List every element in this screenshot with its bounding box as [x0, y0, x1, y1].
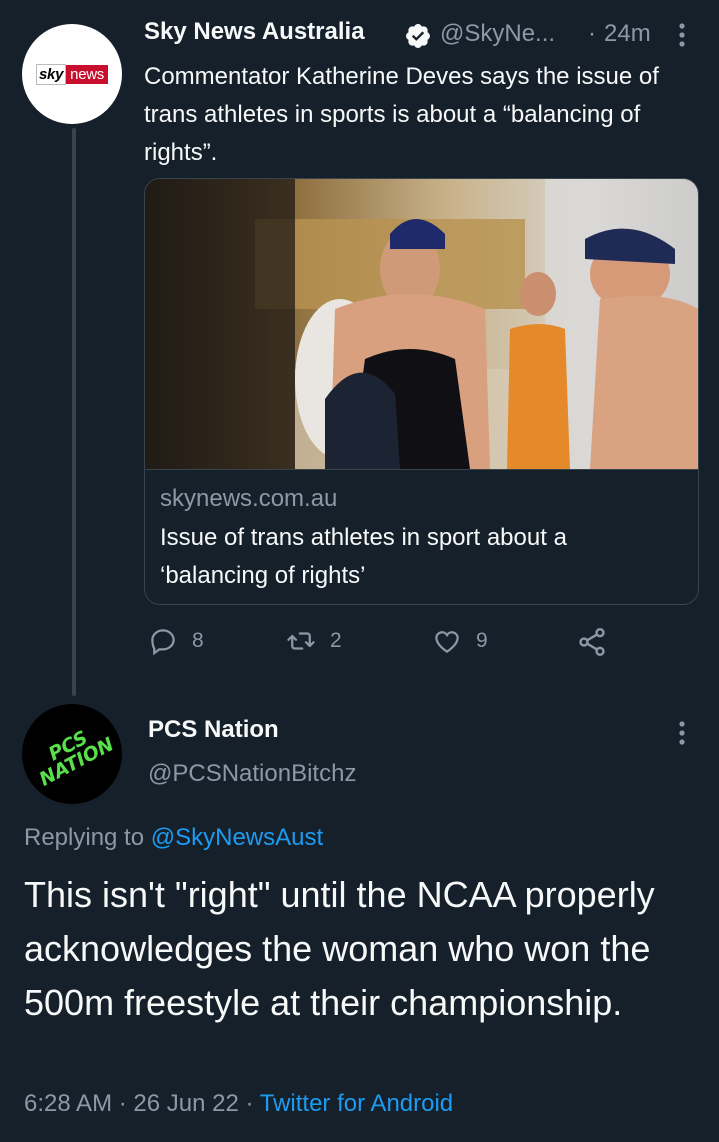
separator-dot: · [245, 1090, 254, 1117]
reply-button[interactable]: 8 [148, 626, 204, 656]
replying-to: Replying to @SkyNewsAust [24, 824, 323, 852]
verified-icon [406, 24, 430, 48]
author-handle[interactable]: @PCSNationBitchz [148, 760, 356, 788]
link-card-image [145, 179, 698, 469]
reply-icon [151, 629, 175, 656]
tweet-date[interactable]: 26 Jun 22 [133, 1090, 238, 1117]
link-card[interactable]: skynews.com.au Issue of trans athletes i… [144, 178, 699, 605]
link-domain: skynews.com.au [160, 485, 338, 512]
share-icon [579, 628, 605, 656]
retweet-button[interactable]: 2 [286, 626, 342, 656]
like-button[interactable]: 9 [432, 626, 488, 656]
tweet-time[interactable]: 6:28 AM [24, 1090, 112, 1117]
tweet-time[interactable]: 24m [604, 20, 651, 48]
tweet-meta: 6:28 AM · 26 Jun 22 · Twitter for Androi… [24, 1090, 453, 1118]
retweet-icon [287, 632, 315, 650]
replying-prefix: Replying to [24, 824, 145, 851]
separator-dot: · [588, 20, 596, 47]
like-count: 9 [476, 629, 488, 652]
avatar[interactable]: PCS NATION [22, 704, 122, 804]
sky-news-logo: sky news [36, 63, 108, 85]
card-divider [145, 469, 698, 470]
separator-dot: · [118, 1090, 127, 1117]
mention-link[interactable]: @SkyNewsAust [151, 824, 323, 851]
source-link[interactable]: Twitter for Android [260, 1090, 453, 1117]
retweet-count: 2 [330, 629, 342, 652]
avatar[interactable]: sky news [22, 24, 122, 124]
reply-count: 8 [192, 629, 204, 652]
link-title: Issue of trans athletes in sport about a… [160, 524, 567, 589]
author-name[interactable]: Sky News Australia [144, 18, 365, 46]
more-icon[interactable] [676, 20, 688, 50]
reply-text: This isn't "right" until the NCAA proper… [24, 874, 655, 1023]
pcs-nation-logo: PCS NATION [35, 726, 118, 791]
like-icon [435, 631, 459, 653]
tweet-text: Commentator Katherine Deves says the iss… [144, 63, 659, 166]
thread-line [72, 128, 76, 696]
author-name[interactable]: PCS Nation [148, 716, 279, 744]
share-button[interactable] [576, 626, 608, 658]
more-icon[interactable] [676, 718, 688, 748]
author-handle[interactable]: @SkyNe... [440, 20, 555, 48]
